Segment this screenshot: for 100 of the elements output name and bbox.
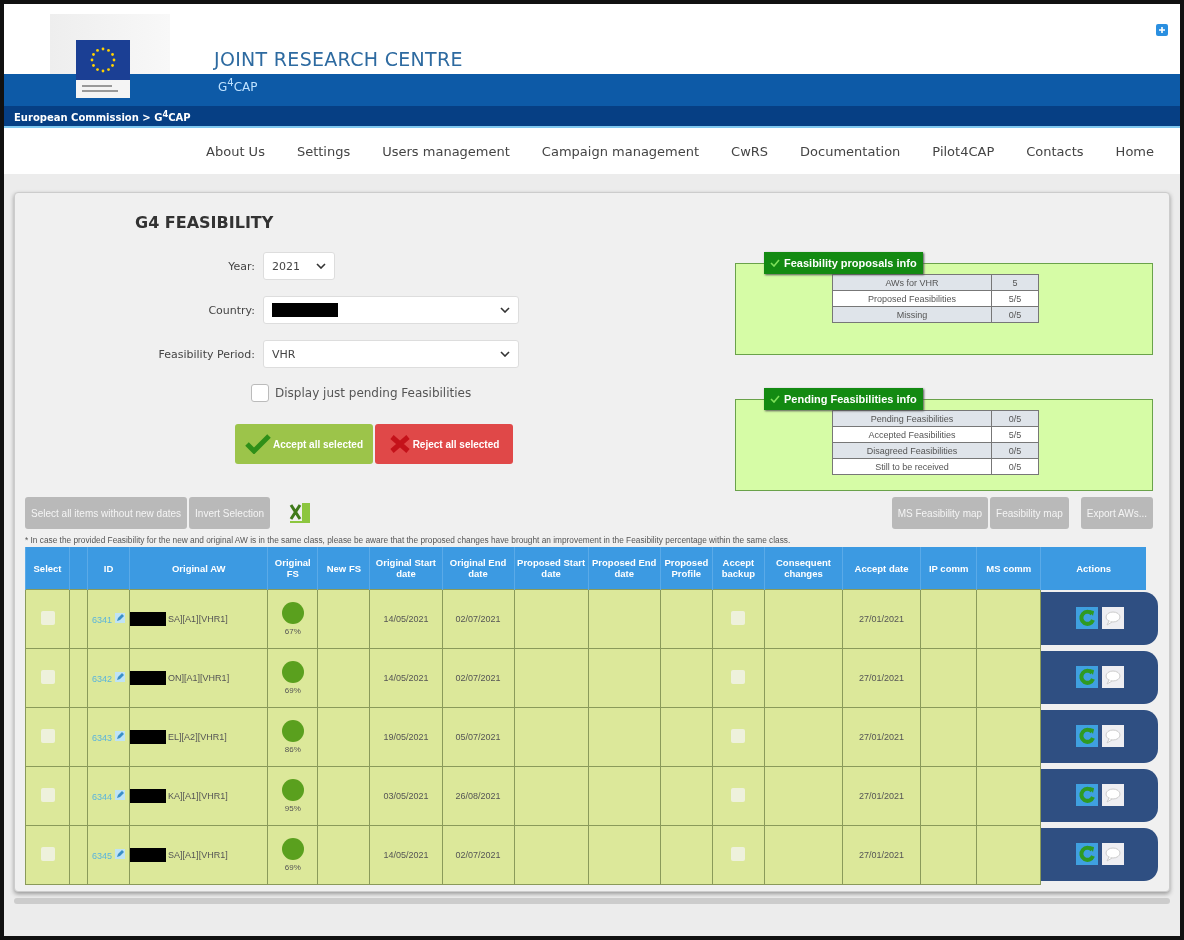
table-cell: SA][A1][VHR1] xyxy=(168,614,228,624)
nav-link[interactable]: Campaign management xyxy=(525,143,716,159)
redaction-block xyxy=(130,671,167,685)
comment-icon[interactable] xyxy=(1101,607,1124,629)
edit-icon[interactable] xyxy=(115,672,126,682)
column-header: Proposed Profile xyxy=(660,547,713,590)
row-checkbox[interactable] xyxy=(40,670,55,684)
table-cell: KA][A1][VHR1] xyxy=(168,791,228,801)
row-checkbox[interactable] xyxy=(40,788,55,802)
spreadsheet-icon[interactable] xyxy=(288,501,312,525)
table-cell: 14/05/2021 xyxy=(383,850,429,860)
table-cell: 67% xyxy=(284,627,301,636)
select-field[interactable] xyxy=(263,296,519,324)
column-header: Original FS xyxy=(267,547,318,590)
column-header: MS comm xyxy=(976,547,1041,590)
field-label: Country: xyxy=(207,303,256,317)
cross-icon xyxy=(388,434,411,454)
plus-icon[interactable] xyxy=(1156,24,1168,36)
edit-icon[interactable] xyxy=(115,731,126,741)
panel-title: Feasibility proposals info xyxy=(784,257,917,269)
select-field[interactable]: 2021 xyxy=(263,252,335,280)
nav-link[interactable]: Documentation xyxy=(784,143,917,159)
column-header: Proposed End date xyxy=(588,547,661,590)
nav-link[interactable]: Home xyxy=(1099,143,1170,159)
edit-icon[interactable] xyxy=(115,613,126,623)
nav-link[interactable]: Contacts xyxy=(1010,143,1100,159)
info-value: 0/5 xyxy=(991,410,1039,427)
table-cell: EL][A2][VHR1] xyxy=(168,732,227,742)
comment-icon[interactable] xyxy=(1101,784,1124,806)
table-cell: 03/05/2021 xyxy=(383,791,429,801)
backup-checkbox[interactable] xyxy=(731,670,746,684)
column-header: Original AW xyxy=(129,547,268,590)
backup-checkbox[interactable] xyxy=(731,611,746,625)
nav-link[interactable]: Users management xyxy=(366,143,526,159)
app-name: G$^{4}$CAP xyxy=(218,76,259,94)
redaction-block xyxy=(130,848,167,862)
edit-icon[interactable] xyxy=(115,849,126,859)
table-cell: SA][A1][VHR1] xyxy=(168,850,228,860)
panel-title: Pending Feasibilities info xyxy=(784,393,917,405)
comment-icon[interactable] xyxy=(1101,725,1124,747)
nav-link[interactable]: About Us xyxy=(190,143,281,159)
row-checkbox[interactable] xyxy=(40,847,55,861)
table-cell: 02/07/2021 xyxy=(455,850,501,860)
info-label: AWs for VHR xyxy=(832,274,992,291)
redaction-block xyxy=(130,730,167,744)
nav-link[interactable]: Pilot4CAP xyxy=(916,143,1011,159)
table-cell: 14/05/2021 xyxy=(383,673,429,683)
backup-checkbox[interactable] xyxy=(731,729,746,743)
org-name: JOINT RESEARCH CENTRE xyxy=(214,48,463,72)
column-header: Accept backup xyxy=(712,547,765,590)
check-icon xyxy=(244,434,271,454)
column-header: Proposed Start date xyxy=(514,547,589,590)
redaction-block xyxy=(130,789,167,803)
comment-icon[interactable] xyxy=(1101,666,1124,688)
chevron-down-icon xyxy=(500,307,510,313)
nav-link[interactable]: Settings xyxy=(280,143,367,159)
column-header: Consequent changes xyxy=(764,547,843,590)
horizontal-scrollbar[interactable] xyxy=(14,898,1170,904)
table-cell: 95% xyxy=(284,804,301,813)
table-cell: ON][A1][VHR1] xyxy=(168,673,230,683)
edit-icon[interactable] xyxy=(115,790,126,800)
check-icon xyxy=(770,395,780,403)
table-cell: 69% xyxy=(284,863,301,872)
row-checkbox[interactable] xyxy=(40,611,55,625)
column-header: Accept date xyxy=(842,547,921,590)
comment-icon[interactable] xyxy=(1101,843,1124,865)
table-cell: 02/07/2021 xyxy=(455,673,501,683)
chevron-down-icon xyxy=(500,351,510,357)
breadcrumb[interactable]: European Commission > G$^{4}$CAP xyxy=(4,106,1180,126)
page-title: G4 FEASIBILITY xyxy=(135,213,275,232)
select-field[interactable]: VHR xyxy=(263,340,519,368)
backup-checkbox[interactable] xyxy=(731,788,746,802)
redaction-block xyxy=(272,303,338,317)
table-cell: 19/05/2021 xyxy=(383,732,429,742)
table-cell: 27/01/2021 xyxy=(859,732,905,742)
column-header: Actions xyxy=(1040,547,1146,590)
table-cell: 26/08/2021 xyxy=(455,791,501,801)
column-header: ID xyxy=(87,547,130,590)
nav-link[interactable]: CwRS xyxy=(715,143,785,159)
table-cell: 27/01/2021 xyxy=(859,850,905,860)
check-icon xyxy=(770,259,780,267)
column-header: Original End date xyxy=(442,547,515,590)
row-checkbox[interactable] xyxy=(40,729,55,743)
column-header: Original Start date xyxy=(369,547,442,590)
chevron-down-icon xyxy=(316,263,326,269)
checkbox-label: Display just pending Feasibilities xyxy=(275,386,472,400)
field-label: Feasibility Period: xyxy=(157,347,256,361)
action-button[interactable]: Reject all selected xyxy=(375,424,513,464)
eu-flag-logo xyxy=(76,40,130,98)
checkbox[interactable] xyxy=(251,384,269,402)
table-cell: 86% xyxy=(284,745,301,754)
table-cell: 27/01/2021 xyxy=(859,614,905,624)
column-header: IP comm xyxy=(920,547,977,590)
table-cell: 27/01/2021 xyxy=(859,673,905,683)
column-header: New FS xyxy=(317,547,370,590)
footnote: * In case the provided Feasibility for the new and original AW is in the same class, please be aware that the proposed changes have brought an improvement in the Feasibility percentage within the same class. xyxy=(25,535,792,545)
column-header: Select xyxy=(25,547,70,590)
info-label: Pending Feasibilities xyxy=(832,410,992,427)
backup-checkbox[interactable] xyxy=(731,847,746,861)
table-cell: 02/07/2021 xyxy=(455,614,501,624)
